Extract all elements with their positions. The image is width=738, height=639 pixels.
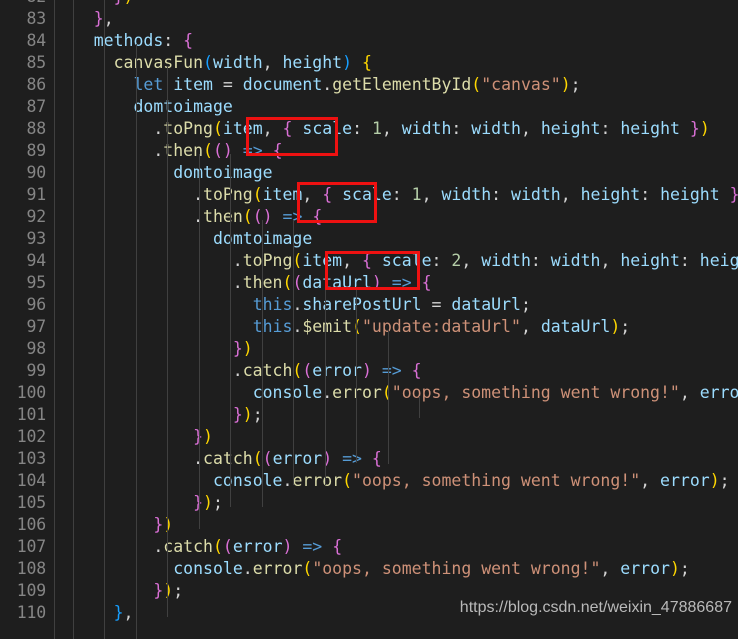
indent-guide: [136, 44, 137, 639]
code-line: console.error("oops, something went wron…: [173, 559, 690, 578]
code-line: }): [153, 515, 174, 534]
line-number: 101: [16, 405, 46, 424]
indent-guide: [104, 0, 105, 639]
code-line: .toPng(item, { scale: 2, width: width, h…: [54, 251, 738, 270]
indent-guide: [388, 418, 389, 464]
code-editor[interactable]: 82 83 84 85 86 87 88 89 90 91 92 93 94 9…: [0, 0, 738, 639]
line-number: 106: [16, 515, 46, 534]
indent-guide: [230, 154, 231, 507]
code-line: console.error("oops, something went wron…: [252, 383, 738, 402]
line-number: 103: [16, 449, 46, 468]
code-line: });: [193, 493, 223, 512]
code-line: .then(() => {: [54, 207, 323, 226]
code-content[interactable]: }) }, methods: { canvasFun(width, height…: [54, 0, 738, 639]
line-number: 91: [26, 185, 47, 204]
indent-guide: [167, 66, 168, 617]
code-line: }): [54, 0, 134, 8]
line-number-gutter: 82 83 84 85 86 87 88 89 90 91 92 93 94 9…: [0, 0, 54, 639]
code-line: this.$emit("update:dataUrl", dataUrl);: [252, 317, 631, 336]
gutter-divider: [54, 0, 55, 639]
code-line: .catch((error) => {: [54, 537, 343, 556]
indent-guide: [325, 286, 326, 485]
line-number: 110: [16, 603, 46, 622]
line-number: 89: [26, 141, 47, 160]
code-line: canvasFun(width, height) {: [113, 53, 372, 72]
indent-guide: [199, 154, 200, 529]
code-line: });: [232, 405, 263, 424]
indent-guide: [388, 330, 389, 420]
line-number: 105: [16, 493, 46, 512]
indent-guide: [356, 286, 357, 463]
indent-guide: [419, 396, 420, 418]
line-number: 88: [26, 119, 47, 138]
indent-guide: [293, 220, 294, 485]
line-number: 107: [16, 537, 46, 556]
code-line: domtoimage: [133, 97, 233, 116]
indent-guide: [73, 0, 74, 639]
code-line: }): [232, 339, 253, 358]
code-line: console.error("oops, something went wron…: [212, 471, 730, 490]
line-number: 92: [26, 207, 47, 226]
line-number: 100: [16, 383, 46, 402]
line-number: 104: [16, 471, 46, 490]
line-number: 86: [26, 75, 47, 94]
watermark-url: https://blog.csdn.net/weixin_47886687: [459, 599, 732, 616]
code-line: methods: {: [93, 31, 194, 50]
line-number: 102: [16, 427, 46, 446]
line-number: 99: [26, 361, 47, 380]
code-line: .catch((error) => {: [54, 361, 422, 380]
line-number: 87: [26, 97, 47, 116]
line-number: 93: [26, 229, 47, 248]
code-line: .then((dataUrl) => {: [54, 273, 432, 292]
code-line: let item = document.getElementById("canv…: [133, 75, 581, 94]
line-number: 85: [26, 53, 47, 72]
line-number: 95: [26, 273, 47, 292]
line-number: 98: [26, 339, 47, 358]
code-line: }): [193, 427, 213, 446]
line-number: 83: [26, 9, 47, 28]
code-line: .toPng(item, { scale: 1, width: width, h…: [54, 119, 710, 138]
line-number: 109: [16, 581, 46, 600]
line-number: 90: [26, 163, 47, 182]
line-number: 96: [26, 295, 47, 314]
code-line: domtoimage: [54, 228, 312, 250]
indent-guide: [262, 220, 263, 507]
line-number: 108: [16, 559, 46, 578]
code-line: .then(() => {: [54, 141, 283, 160]
code-line: domtoimage: [173, 163, 273, 182]
line-number: 82: [0, 0, 47, 8]
line-number: 84: [26, 31, 47, 50]
code-line: },: [113, 603, 134, 622]
line-number: 97: [26, 317, 47, 336]
line-number: 94: [26, 251, 47, 270]
code-line: .toPng(item, { scale: 1, width: width, h…: [54, 185, 738, 204]
